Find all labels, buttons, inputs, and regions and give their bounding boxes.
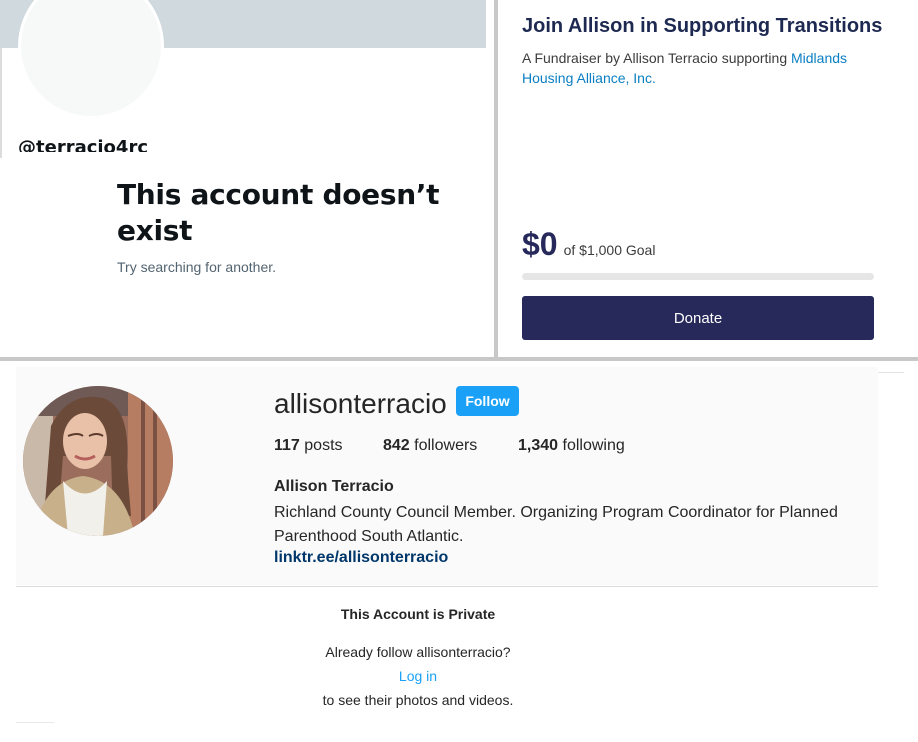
panel-edge [16, 722, 54, 723]
panel-edge [878, 372, 904, 373]
stat-label: followers [414, 437, 478, 454]
following-count[interactable]: 1,340 following [518, 437, 625, 455]
stat-value: 1,340 [518, 437, 559, 454]
profile-website-link[interactable]: linktr.ee/allisonterracio [274, 549, 448, 567]
profile-username: allisonterracio [274, 388, 447, 419]
donate-button[interactable]: Donate [522, 296, 874, 340]
fundraiser-panel: Join Allison in Supporting Transitions A… [498, 0, 918, 357]
private-account-heading: This Account is Private [340, 606, 496, 622]
fundraiser-byline: A Fundraiser by Allison Terracio support… [522, 48, 882, 88]
account-missing-hint: Try searching for another. [117, 259, 277, 275]
already-follow-prompt: Already follow allisonterracio? [325, 644, 511, 660]
follow-button[interactable]: Follow [456, 386, 519, 416]
account-missing-heading: This account doesn’t exist [117, 178, 440, 247]
profile-bio: Richland County Council Member. Organizi… [274, 504, 838, 545]
login-hint: to see their photos and videos. [322, 692, 514, 708]
login-link[interactable]: Log in [399, 668, 437, 684]
stat-value: 842 [383, 437, 410, 454]
progress-bar [522, 273, 874, 280]
stat-label: posts [304, 437, 343, 454]
profile-avatar-placeholder [18, 0, 164, 119]
fundraising-goal: of $1,000 Goal [563, 242, 656, 258]
horizontal-divider [0, 357, 918, 361]
twitter-panel: @terracio4rc This account doesn’t exist … [0, 0, 494, 357]
fundraiser-amount-row: $0 of $1,000 Goal [522, 226, 655, 263]
profile-full-name: Allison Terracio [274, 478, 394, 495]
fundraiser-title: Join Allison in Supporting Transitions [522, 15, 883, 37]
fundraiser-byline-text: A Fundraiser by Allison Terracio support… [522, 50, 791, 66]
posts-count: 117 posts [274, 437, 343, 455]
stat-label: following [562, 437, 625, 454]
profile-photo[interactable] [23, 386, 173, 536]
panel-edge [0, 48, 2, 158]
followers-count[interactable]: 842 followers [383, 437, 477, 455]
section-divider [16, 586, 878, 587]
profile-photo-image [23, 386, 173, 536]
amount-raised: $0 [522, 226, 558, 262]
account-handle: @terracio4rc [18, 137, 148, 152]
login-row: Log in [0, 668, 836, 684]
stat-value: 117 [274, 437, 300, 454]
